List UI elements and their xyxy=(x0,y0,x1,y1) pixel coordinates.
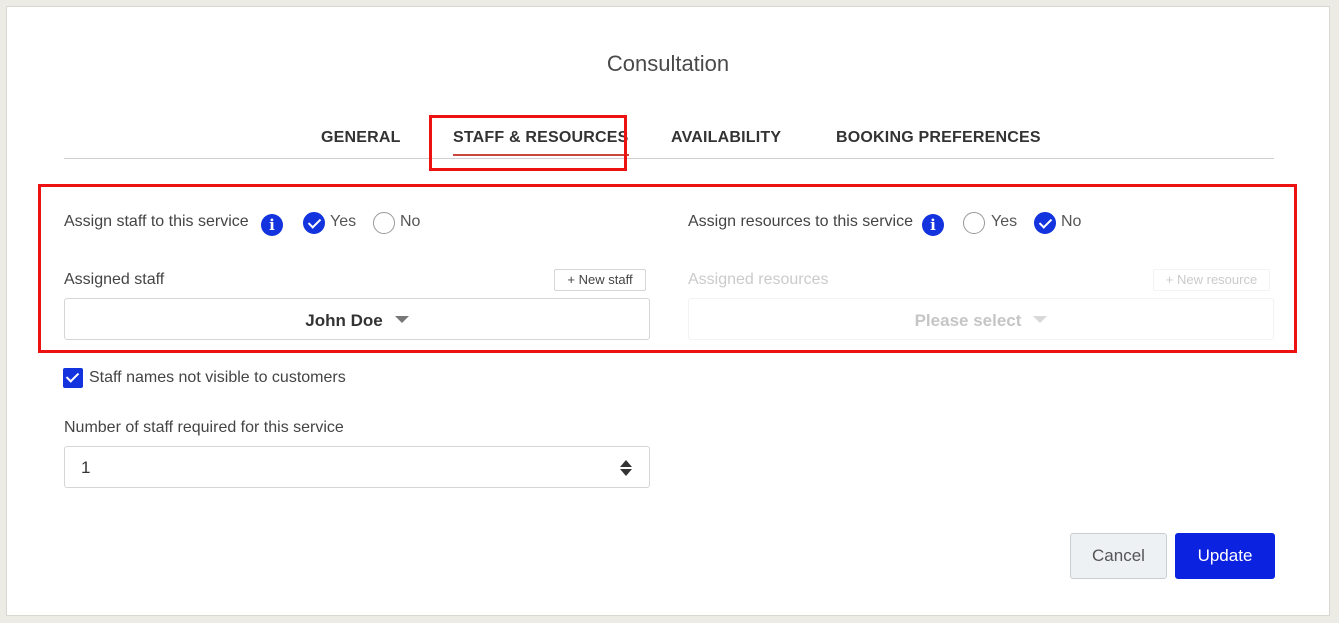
chevron-down-icon xyxy=(1033,316,1048,324)
modal-title: Consultation xyxy=(606,51,730,76)
cancel-button[interactable]: Cancel xyxy=(1070,533,1167,579)
resources-yes-label[interactable]: Yes xyxy=(991,213,1017,231)
resources-select-value: Please select xyxy=(914,311,1022,330)
resources-no-radio[interactable] xyxy=(1034,212,1056,234)
staff-select[interactable]: John Doe xyxy=(64,298,650,340)
staff-no-radio[interactable] xyxy=(373,212,395,234)
new-resource-button[interactable]: + New resource xyxy=(1153,269,1270,291)
staff-required-value: 1 xyxy=(81,458,91,477)
staff-required-input[interactable]: 1 xyxy=(64,446,650,488)
staff-yes-radio[interactable] xyxy=(303,212,325,234)
tab-availability[interactable]: AVAILABILITY xyxy=(671,129,781,147)
assign-staff-label: Assign staff to this service xyxy=(64,213,249,230)
staff-no-label[interactable]: No xyxy=(400,213,420,231)
tab-staff-resources[interactable]: STAFF & RESOURCES xyxy=(453,129,629,156)
tab-bar: GENERAL STAFF & RESOURCES AVAILABILITY B… xyxy=(64,125,1274,159)
service-modal: Consultation GENERAL STAFF & RESOURCES A… xyxy=(6,6,1330,616)
spinner-down-icon[interactable] xyxy=(620,469,632,476)
assigned-resources-label: Assigned resources xyxy=(688,271,829,288)
assign-resources-label: Assign resources to this service xyxy=(688,213,913,230)
staff-info-icon[interactable]: i xyxy=(261,214,283,236)
staff-names-hidden-checkbox[interactable] xyxy=(63,368,83,388)
resources-info-icon[interactable]: i xyxy=(922,214,944,236)
assigned-staff-label: Assigned staff xyxy=(64,271,165,288)
chevron-down-icon xyxy=(394,316,409,324)
staff-yes-label[interactable]: Yes xyxy=(330,213,356,231)
staff-select-value: John Doe xyxy=(305,311,383,330)
update-button[interactable]: Update xyxy=(1175,533,1275,579)
resources-select[interactable]: Please select xyxy=(688,298,1274,340)
number-spinner[interactable] xyxy=(619,459,633,477)
staff-required-label: Number of staff required for this servic… xyxy=(64,419,344,436)
resources-yes-radio[interactable] xyxy=(963,212,985,234)
resources-no-label[interactable]: No xyxy=(1061,213,1081,231)
new-staff-button[interactable]: + New staff xyxy=(554,269,646,291)
tab-booking-preferences[interactable]: BOOKING PREFERENCES xyxy=(836,129,1041,147)
staff-names-hidden-label[interactable]: Staff names not visible to customers xyxy=(89,369,346,387)
spinner-up-icon[interactable] xyxy=(620,460,632,467)
tab-general[interactable]: GENERAL xyxy=(321,129,401,147)
